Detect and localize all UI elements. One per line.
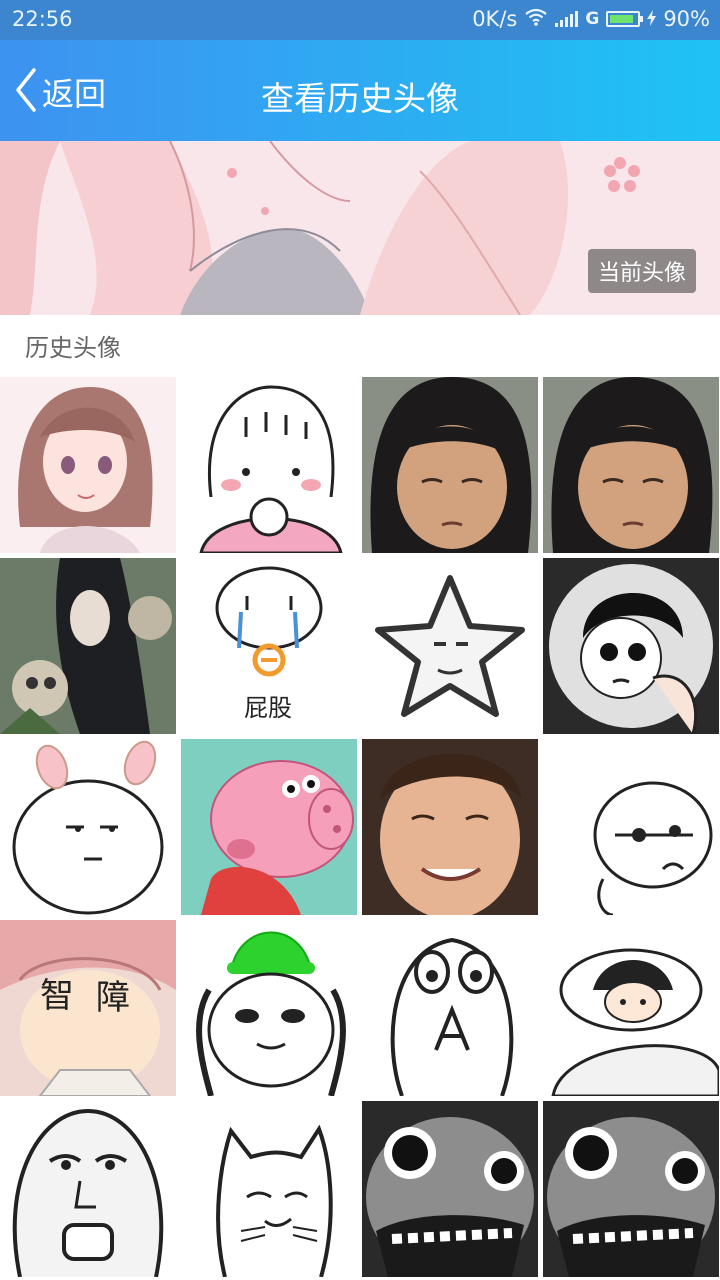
battery-icon xyxy=(606,11,644,27)
history-avatar[interactable] xyxy=(543,558,719,734)
avatar-caption: 屁股 xyxy=(244,694,292,722)
history-avatar[interactable] xyxy=(181,739,357,915)
signal-icon xyxy=(555,11,579,27)
battery-fill xyxy=(610,15,634,23)
history-avatar[interactable] xyxy=(543,1101,719,1277)
history-avatar[interactable] xyxy=(543,377,719,553)
history-avatar[interactable] xyxy=(362,377,538,553)
history-avatar[interactable] xyxy=(181,920,357,1096)
charging-icon xyxy=(647,7,657,31)
history-avatar[interactable] xyxy=(0,739,176,915)
status-icons: 0K/s G 90% xyxy=(472,7,710,31)
history-avatar[interactable] xyxy=(0,377,176,553)
chevron-left-icon xyxy=(14,68,38,116)
page-title: 查看历史头像 xyxy=(261,79,459,118)
avatar-caption-zhang: 障 xyxy=(96,978,130,1018)
avatar-caption-zhi: 智 xyxy=(40,976,74,1016)
battery-percent: 90% xyxy=(663,7,710,31)
status-time: 22:56 xyxy=(12,7,73,31)
wifi-icon xyxy=(524,7,548,31)
current-avatar-badge: 当前头像 xyxy=(587,249,696,293)
history-avatar[interactable] xyxy=(543,739,719,915)
history-avatar[interactable] xyxy=(362,558,538,734)
history-avatar[interactable] xyxy=(362,739,538,915)
current-avatar[interactable]: 当前头像 xyxy=(0,141,720,315)
history-avatar[interactable] xyxy=(181,377,357,553)
history-avatar[interactable] xyxy=(0,1101,176,1277)
history-avatar[interactable] xyxy=(181,1101,357,1277)
back-label: 返回 xyxy=(42,75,107,113)
history-avatar[interactable] xyxy=(0,558,176,734)
nav-bar: 返回 查看历史头像 xyxy=(0,40,720,141)
history-avatar[interactable] xyxy=(362,1101,538,1277)
status-bar: 22:56 0K/s G 90% xyxy=(0,0,720,40)
net-speed: 0K/s xyxy=(472,7,518,31)
network-type: G xyxy=(585,9,600,29)
history-avatar[interactable]: 智 障 xyxy=(0,920,176,1096)
history-avatar[interactable] xyxy=(362,920,538,1096)
back-button[interactable]: 返回 xyxy=(14,68,106,116)
history-section-label: 历史头像 xyxy=(25,334,121,362)
history-avatar[interactable]: 屁股 xyxy=(181,558,357,734)
history-avatar[interactable] xyxy=(543,920,719,1096)
